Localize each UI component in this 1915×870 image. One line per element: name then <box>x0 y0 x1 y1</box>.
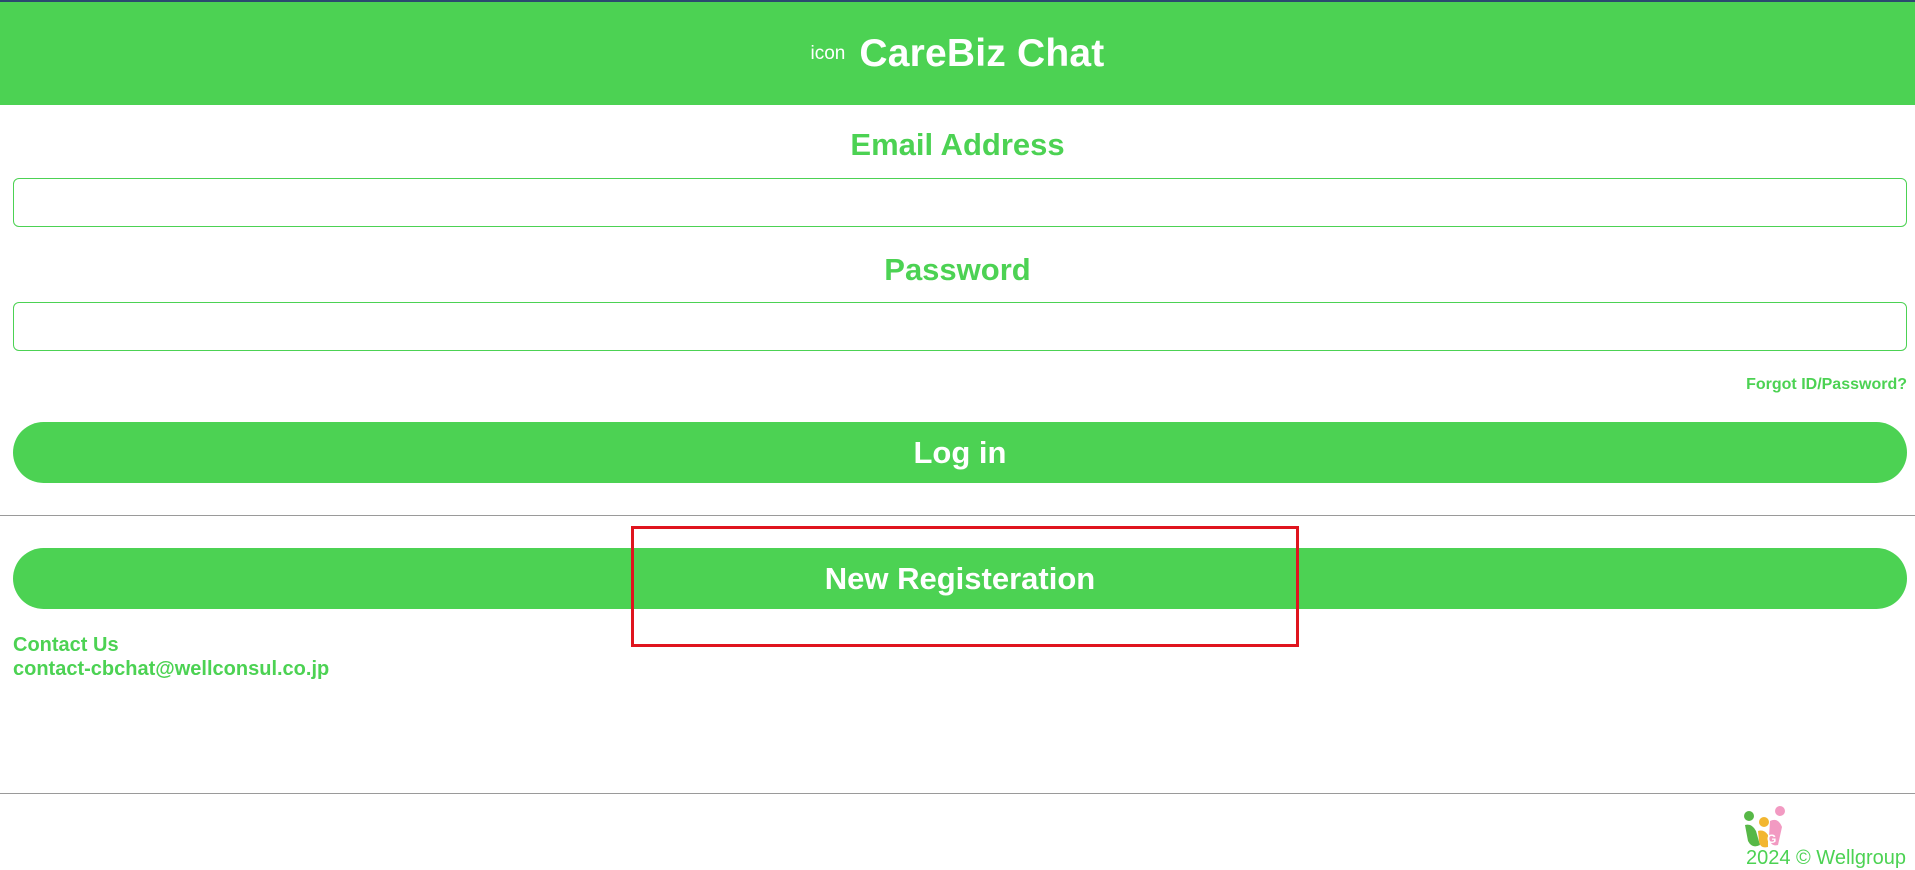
footer-divider <box>0 793 1915 794</box>
login-button[interactable]: Log in <box>13 422 1907 483</box>
footer-copyright: 2024 © Wellgroup <box>1745 847 1906 869</box>
forgot-password-link[interactable]: Forgot ID/Password? <box>1746 376 1907 394</box>
password-field[interactable] <box>13 302 1907 351</box>
new-registration-button[interactable]: New Registeration <box>13 548 1907 609</box>
app-title: CareBiz Chat <box>859 31 1105 75</box>
svg-text:G: G <box>1767 832 1776 846</box>
wellgroup-logo-icon: G <box>1744 806 1785 848</box>
password-label: Password <box>884 252 1031 287</box>
app-header: icon CareBiz Chat <box>0 2 1915 105</box>
section-divider <box>0 515 1915 516</box>
app-logo-icon: icon <box>810 42 846 64</box>
contact-heading: Contact Us <box>13 634 119 656</box>
contact-section: Contact Us contact-cbchat@wellconsul.co.… <box>13 633 329 681</box>
contact-email-link[interactable]: contact-cbchat@wellconsul.co.jp <box>13 657 329 681</box>
email-label: Email Address <box>850 127 1065 162</box>
email-field[interactable] <box>13 178 1907 227</box>
